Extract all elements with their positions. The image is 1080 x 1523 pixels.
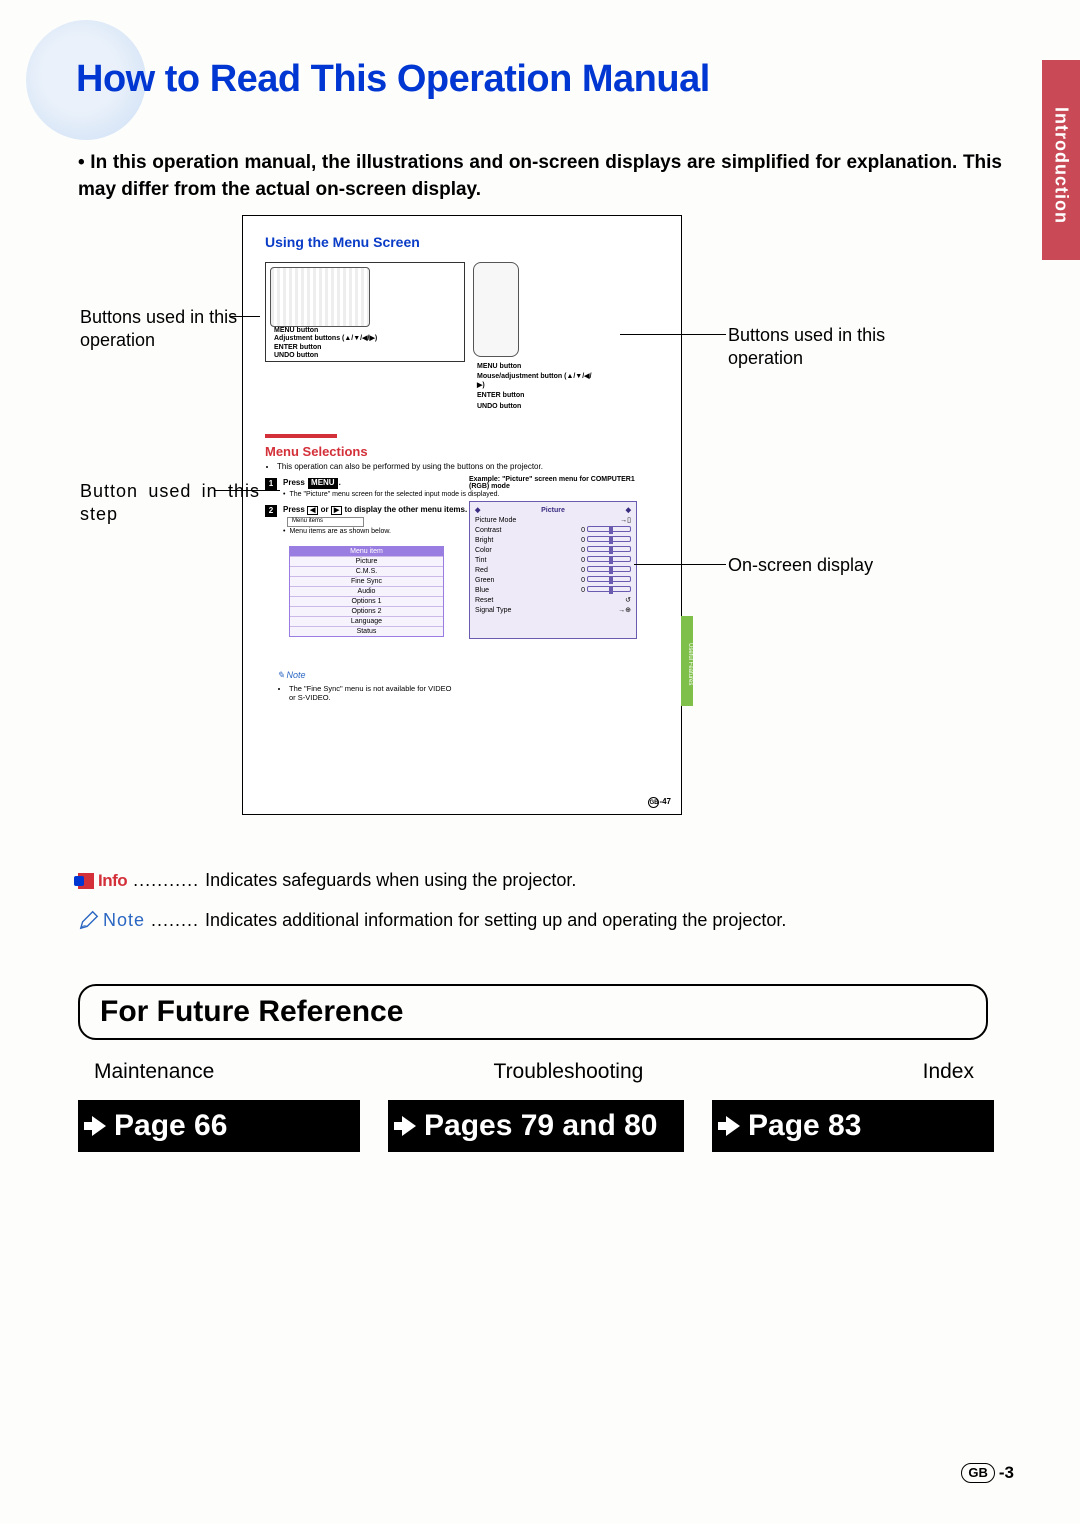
menu-item-row: Fine Sync	[290, 576, 443, 586]
right-arrow-icon: ▶	[331, 506, 342, 515]
callout-onscreen-display: On-screen display	[728, 554, 928, 577]
menu-item-row: C.M.S.	[290, 566, 443, 576]
diagram-note-text: The "Fine Sync" menu is not available fo…	[277, 684, 457, 702]
label-undo-button-remote: UNDO button	[477, 403, 521, 411]
step-1-text: Press MENU.	[283, 478, 341, 490]
step-2-text: Press ◀ or ▶ to display the other menu i…	[283, 505, 467, 517]
section-tab-introduction: Introduction	[1042, 60, 1080, 260]
callout-button-used-step: Button used in this step	[80, 480, 260, 525]
menu-selections-heading: Menu Selections	[265, 444, 368, 459]
step-1-subtext: The "Picture" menu screen for the select…	[289, 490, 499, 499]
menu-button-inline: MENU	[308, 478, 338, 488]
menu-item-row: Options 1	[290, 596, 443, 606]
ref-index: Index	[923, 1060, 974, 1084]
label-adjustment-buttons: Adjustment buttons (▲/▼/◀/▶)	[274, 335, 460, 343]
red-separator	[265, 434, 337, 438]
menu-item-row: Options 2	[290, 606, 443, 616]
remote-illustration	[473, 262, 519, 357]
gb-badge: GB	[961, 1463, 995, 1483]
label-enter-button-remote: ENTER button	[477, 392, 524, 400]
menu-item-row: Picture	[290, 556, 443, 566]
page-title: How to Read This Operation Manual	[28, 28, 1008, 101]
menu-item-row: Audio	[290, 586, 443, 596]
useful-features-tab: Useful Features	[681, 616, 693, 706]
info-description: Indicates safeguards when using the proj…	[205, 870, 576, 891]
label-menu-button: MENU button	[274, 327, 460, 335]
projector-illustration	[270, 267, 370, 327]
reference-columns: Maintenance Troubleshooting Index	[94, 1060, 974, 1084]
label-menu-button-remote: MENU button	[477, 363, 521, 371]
page-link-79-80[interactable]: Pages 79 and 80	[388, 1100, 684, 1152]
remote-illustration-box: MENU button Mouse/adjustment button (▲/▼…	[473, 262, 593, 417]
menu-selections-note: This operation can also be performed by …	[277, 462, 669, 472]
projector-illustration-box: MENU button Adjustment buttons (▲/▼/◀/▶)…	[265, 262, 465, 362]
page-footer: GB -3	[961, 1463, 1014, 1483]
diagram-note-label: ✎Note	[277, 670, 306, 681]
ref-troubleshooting: Troubleshooting	[494, 1060, 644, 1084]
note-description: Indicates additional information for set…	[205, 910, 786, 931]
callout-buttons-used-right: Buttons used in this operation	[728, 324, 918, 369]
info-icon: Info	[78, 871, 127, 891]
future-reference-box: For Future Reference	[78, 984, 988, 1040]
example-caption: Example: "Picture" screen menu for COMPU…	[469, 476, 649, 490]
menu-item-row: Status	[290, 626, 443, 636]
callout-line	[634, 564, 726, 565]
osd-screenshot: ◆Picture◆ Picture Mode→▯ Contrast0 Brigh…	[469, 501, 637, 639]
intro-paragraph: • In this operation manual, the illustra…	[78, 150, 1002, 203]
menu-items-table: Menu item Picture C.M.S. Fine Sync Audio…	[289, 546, 444, 637]
left-arrow-icon: ◀	[307, 506, 318, 515]
label-mouse-adjustment: Mouse/adjustment button (▲/▼/◀/▶)	[477, 373, 593, 390]
callout-line	[230, 316, 260, 317]
menu-items-header: Menu item	[290, 547, 443, 556]
menu-item-row: Language	[290, 616, 443, 626]
callout-line	[620, 334, 726, 335]
step-2-menu-items-strip: Menu items	[287, 517, 364, 527]
arrow-right-icon	[92, 1116, 106, 1136]
label-enter-button: ENTER button	[274, 344, 460, 352]
page-link-83[interactable]: Page 83	[712, 1100, 994, 1152]
inner-page-number: GB-47	[648, 797, 671, 808]
page-link-66[interactable]: Page 66	[78, 1100, 360, 1152]
step-number-1: 1	[265, 478, 277, 490]
callout-line	[214, 490, 280, 491]
page-number: -3	[999, 1463, 1014, 1483]
step-number-2: 2	[265, 505, 277, 517]
osd-title: Picture	[541, 507, 565, 514]
page-title-wrap: How to Read This Operation Manual	[28, 28, 1008, 128]
using-menu-heading: Using the Menu Screen	[243, 216, 681, 258]
manual-page-diagram: Using the Menu Screen MENU button Adjust…	[242, 215, 682, 815]
callout-buttons-used-left: Buttons used in this operation	[80, 306, 260, 351]
arrow-right-icon	[402, 1116, 416, 1136]
future-reference-title: For Future Reference	[100, 995, 403, 1029]
note-icon: Note	[78, 909, 145, 931]
label-undo-button: UNDO button	[274, 352, 460, 360]
step-2-subtext: Menu items are as shown below.	[289, 527, 391, 536]
page-button-row: Page 66 Pages 79 and 80 Page 83	[78, 1100, 994, 1152]
ref-maintenance: Maintenance	[94, 1060, 214, 1084]
legend-section: Info ........... Indicates safeguards wh…	[78, 870, 1002, 949]
arrow-right-icon	[726, 1116, 740, 1136]
